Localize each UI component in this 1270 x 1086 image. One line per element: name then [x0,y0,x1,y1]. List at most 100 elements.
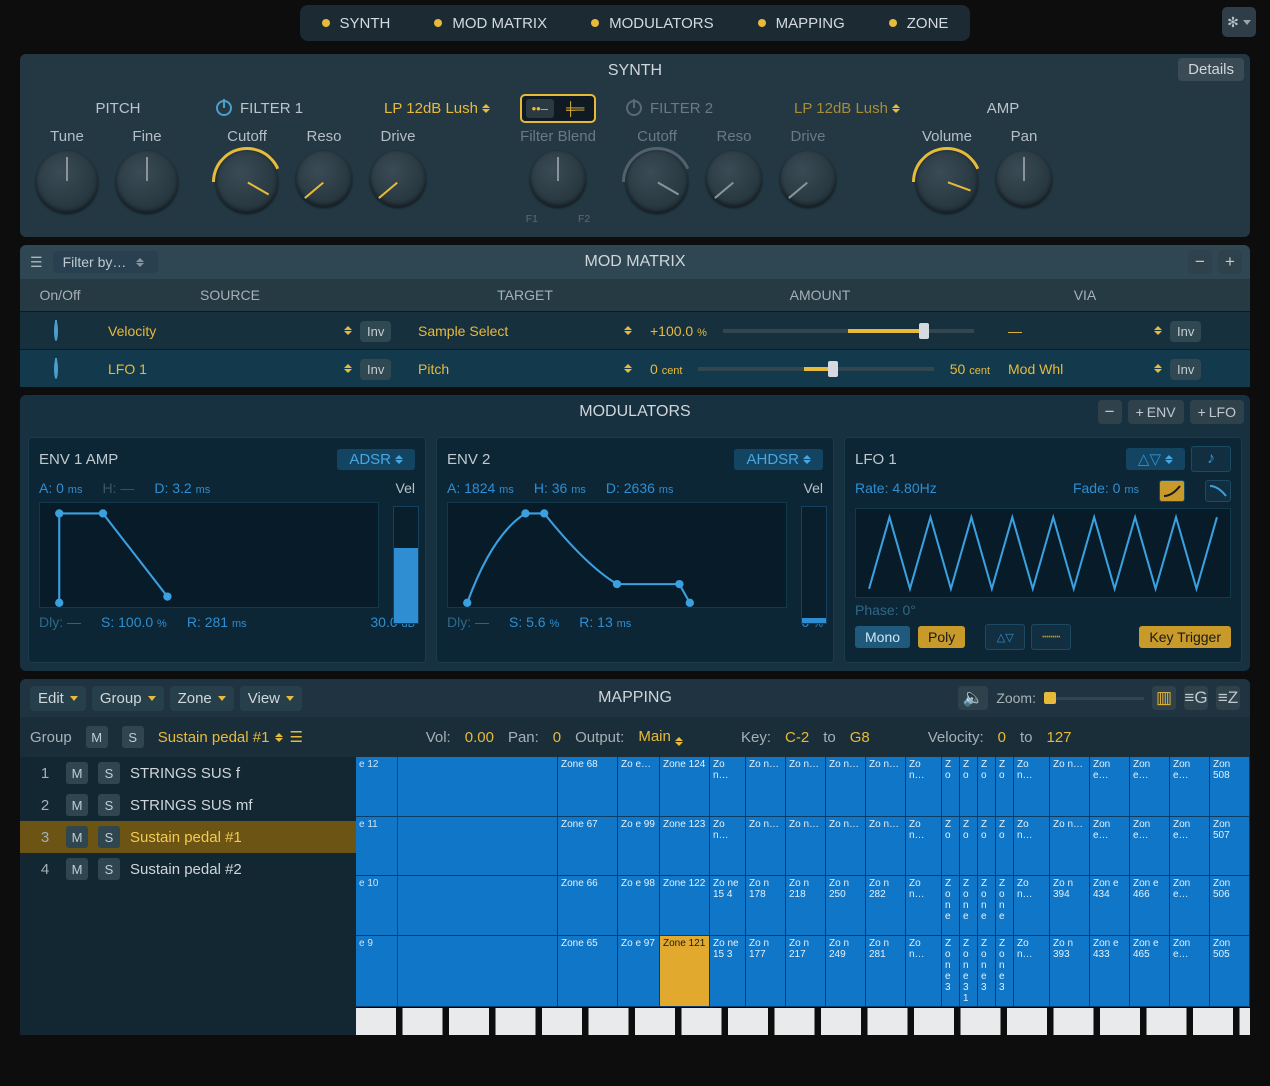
mute-button[interactable]: M [66,858,88,880]
poly-button[interactable]: Poly [918,626,965,648]
zone-cell[interactable]: Zon e… [1170,817,1210,876]
filter-blend-knob[interactable] [530,151,586,207]
solo-button[interactable]: S [98,858,120,880]
source-select[interactable]: Velocity [100,316,360,346]
invert-button[interactable]: Inv [360,321,391,342]
zone-cell[interactable]: Z o n e [996,876,1014,935]
zone-cell[interactable]: Zo n… [906,757,942,816]
zone-cell[interactable]: Zo n 217 [786,936,826,1006]
filter1-drive-knob[interactable] [370,151,426,207]
zone-cell[interactable]: Z o n e 3 [996,936,1014,1006]
filter-by-select[interactable]: Filter by… [53,251,159,273]
zone-cell[interactable]: Z o [960,757,978,816]
row-power-icon[interactable] [54,359,58,379]
zone-cell[interactable]: Z o [942,757,960,816]
zone-cell[interactable]: Zo ne 15 4 [710,876,746,935]
tab-zone[interactable]: ZONE [867,5,971,41]
view-zone-button[interactable]: ≡Z [1216,686,1240,710]
menu-view[interactable]: View [240,686,302,711]
zone-cell[interactable]: Z o n e 3 [978,936,996,1006]
zone-cell[interactable]: Zo n… [906,876,942,935]
pan-value[interactable]: 0 [553,729,561,746]
mute-button[interactable]: M [66,826,88,848]
note-sync-button[interactable]: ♪ [1191,446,1231,472]
piano-keyboard[interactable] [356,1007,1250,1035]
target-select[interactable]: Sample Select [410,316,640,346]
zone-cell[interactable]: Zo e 99 [618,817,660,876]
zone-cell[interactable]: Zo n… [906,936,942,1006]
key-low[interactable]: C-2 [785,729,809,746]
details-button[interactable]: Details [1178,58,1244,81]
zone-cell[interactable]: Zon e 465 [1130,936,1170,1006]
via-select[interactable]: Mod Whl [1000,354,1170,384]
group-row[interactable]: 4 M S Sustain pedal #2 [20,853,356,885]
zone-cell[interactable]: Z o n e [960,876,978,935]
menu-edit[interactable]: Edit [30,686,86,711]
filter2-type-select[interactable]: LP 12dB Lush [794,100,900,117]
zone-cell[interactable]: Zo n… [866,757,906,816]
zone-cell[interactable]: Zon e 466 [1130,876,1170,935]
via-select[interactable]: — [1000,316,1170,346]
tune-knob[interactable] [36,151,98,213]
zone-cell[interactable]: Z o n e [978,876,996,935]
zone-cell[interactable]: Zo n… [866,817,906,876]
group-row[interactable]: 2 M S STRINGS SUS mf [20,789,356,821]
zone-cell[interactable]: Zo n… [710,817,746,876]
key-high[interactable]: G8 [850,729,870,746]
group-solo-button[interactable]: S [122,726,144,748]
view-list-button[interactable]: ≡G [1184,686,1208,710]
fade-in-icon[interactable] [1159,480,1185,502]
zone-cell[interactable]: Zone 68 [558,757,618,816]
add-lfo-button[interactable]: +LFO [1190,400,1244,424]
zone-cell[interactable]: Zon e… [1090,757,1130,816]
zone-cell[interactable]: Zo n 178 [746,876,786,935]
add-row-button[interactable]: + [1218,250,1242,274]
mute-button[interactable]: M [66,794,88,816]
tab-modulators[interactable]: MODULATORS [569,5,735,41]
settings-button[interactable]: ✻ [1222,7,1256,37]
filter1-type-select[interactable]: LP 12dB Lush [384,100,490,117]
mono-button[interactable]: Mono [855,626,910,648]
zone-cell[interactable]: Zo e… [618,757,660,816]
group-mute-button[interactable]: M [86,726,108,748]
zone-cell[interactable]: Zo n… [786,757,826,816]
power-icon[interactable] [626,100,642,116]
env2-type-select[interactable]: AHDSR [734,449,823,470]
zone-cell[interactable]: Z o [996,817,1014,876]
zone-cell[interactable]: Zo n 250 [826,876,866,935]
zone-cell[interactable]: Zo n… [1050,757,1090,816]
zone-cell[interactable]: Zo n… [1014,757,1050,816]
zone-cell[interactable]: Zo n… [1014,936,1050,1006]
env2-vel-bar[interactable] [801,506,827,624]
zone-cell[interactable]: Zo n 177 [746,936,786,1006]
zone-cell[interactable]: Zone 123 [660,817,710,876]
zone-cell[interactable]: Z o [978,817,996,876]
volume-knob[interactable] [916,151,978,213]
lfo-mode-b-icon[interactable]: ┅┅┅ [1031,624,1071,650]
zone-cell[interactable]: Zo n 218 [786,876,826,935]
remove-row-button[interactable]: − [1188,250,1212,274]
zone-cell[interactable]: Zo n 249 [826,936,866,1006]
zone-cell[interactable]: Zo n… [826,757,866,816]
target-select[interactable]: Pitch [410,354,640,384]
group-row[interactable]: 3 M S Sustain pedal #1 [20,821,356,853]
zone-cell[interactable]: Zo n… [746,817,786,876]
zone-cell[interactable]: Zone 67 [558,817,618,876]
env1-graph[interactable] [39,502,379,608]
solo-button[interactable]: S [98,826,120,848]
source-select[interactable]: LFO 1 [100,354,360,384]
zone-cell[interactable]: Z o n e 3 [942,936,960,1006]
zone-cell[interactable]: Zone 65 [558,936,618,1006]
zone-cell[interactable]: Zo n… [1014,876,1050,935]
amount-slider[interactable]: +100.0 % [640,323,1000,339]
add-env-button[interactable]: +ENV [1128,400,1184,424]
zone-cell[interactable]: Z o [960,817,978,876]
zone-cell[interactable]: Zo n 394 [1050,876,1090,935]
lfo1-wave-select[interactable]: △▽ [1126,448,1185,470]
env1-type-select[interactable]: ADSR [337,449,415,470]
row-power-icon[interactable] [54,321,58,341]
zone-cell[interactable]: Zo e 98 [618,876,660,935]
zone-cell[interactable]: Zo n… [746,757,786,816]
power-icon[interactable] [216,100,232,116]
zone-cell[interactable]: Z o [978,757,996,816]
